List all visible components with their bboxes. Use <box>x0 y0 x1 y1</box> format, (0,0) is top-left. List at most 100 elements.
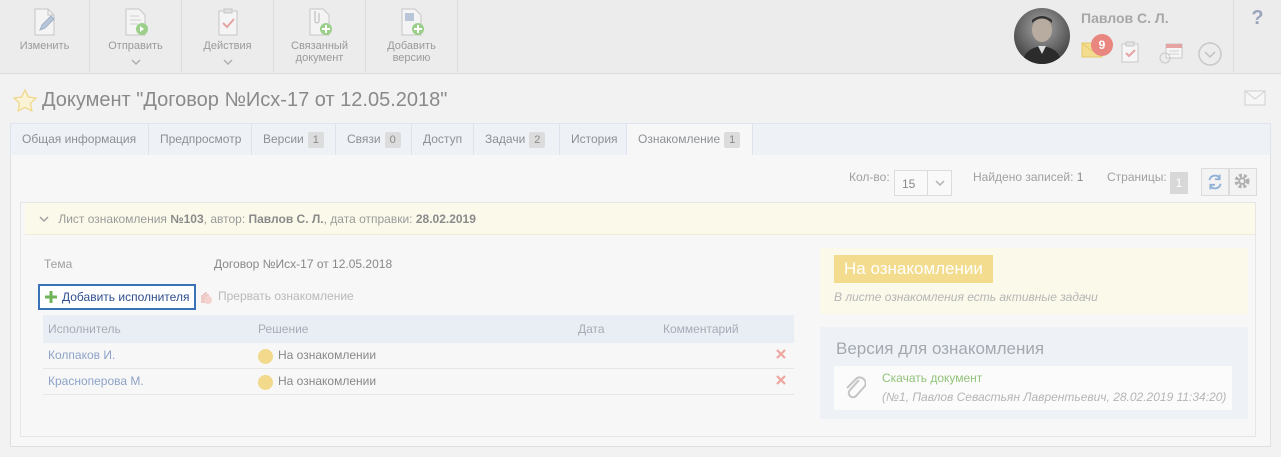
tab-label: Версии <box>263 132 304 146</box>
tab-versions[interactable]: Версии 1 <box>252 124 336 155</box>
delete-icon[interactable] <box>775 374 787 386</box>
delete-icon[interactable] <box>775 348 787 360</box>
actions-clipboard-icon <box>218 8 237 36</box>
page-title: Документ "Договор №Исх-17 от 12.05.2018" <box>42 89 448 111</box>
related-doc-icon <box>309 8 332 36</box>
tab-access[interactable]: Доступ <box>412 124 474 155</box>
favorite-star-icon[interactable] <box>12 88 38 114</box>
add-version-label: Добавить версию <box>387 40 436 64</box>
tab-label: Ознакомление <box>638 132 721 146</box>
plus-icon <box>45 291 57 303</box>
tab-label: Задачи <box>485 132 526 146</box>
notification-badge: 9 <box>1091 34 1113 56</box>
tab-count-badge: 1 <box>307 132 324 148</box>
found-label: Найдено записей: 1 <box>973 170 1083 196</box>
avatar[interactable] <box>1014 8 1070 64</box>
page-number[interactable]: 1 <box>1170 172 1188 194</box>
decision-cell: На ознакомлении <box>258 348 377 364</box>
edit-label: Изменить <box>19 40 70 52</box>
author-label: , автор: <box>203 212 246 226</box>
col-executor[interactable]: Исполнитель <box>48 322 121 336</box>
user-photo-icon <box>1022 16 1062 64</box>
tab-label: История <box>571 132 618 146</box>
sheet-header[interactable]: Лист ознакомления №103, автор: Павлов С.… <box>25 203 1255 235</box>
chevron-down-icon <box>935 180 945 187</box>
interrupt-label: Прервать ознакомление <box>218 289 354 303</box>
send-label: Отправить <box>108 40 163 52</box>
status-badge: На ознакомлении <box>834 255 993 283</box>
tab-label: Общая информация <box>22 132 137 146</box>
tab-general-info[interactable]: Общая информация <box>11 124 149 155</box>
tab-preview[interactable]: Предпросмотр <box>149 124 252 155</box>
executors-table-header: Исполнитель Решение Дата Комментарий <box>43 315 794 343</box>
sheet-number: №103 <box>170 212 204 226</box>
tab-familiarization[interactable]: Ознакомление 1 <box>626 124 753 157</box>
actions-label: Действия <box>203 40 252 52</box>
status-dot-icon <box>258 375 273 390</box>
add-executor-button[interactable]: Добавить исполнителя <box>38 284 196 310</box>
settings-button[interactable] <box>1229 168 1257 196</box>
tab-label: Доступ <box>423 132 463 146</box>
user-name[interactable]: Павлов С. Л. <box>1081 10 1169 26</box>
dropdown-toggle[interactable] <box>927 171 951 195</box>
col-date[interactable]: Дата <box>578 322 605 336</box>
refresh-button[interactable] <box>1201 168 1229 196</box>
actions-button[interactable]: Действия <box>182 0 274 72</box>
user-area: Павлов С. Л. 9 <box>1014 0 1234 72</box>
envelope-icon[interactable] <box>1244 90 1266 106</box>
page-size-value: 15 <box>902 177 916 191</box>
subject-label: Тема <box>44 257 73 271</box>
executor-link[interactable]: Колпаков И. <box>48 348 115 362</box>
gear-icon <box>1234 173 1250 189</box>
decision-text: На ознакомлении <box>278 374 377 388</box>
tab-history[interactable]: История <box>560 124 627 155</box>
more-chevron-icon[interactable] <box>1198 42 1222 66</box>
sheet-date: 28.02.2019 <box>415 212 476 226</box>
status-note: В листе ознакомления есть активные задач… <box>834 290 1098 304</box>
related-doc-button[interactable]: Связанный документ <box>274 0 366 72</box>
send-doc-icon <box>125 8 148 36</box>
tab-count-badge: 1 <box>724 132 741 148</box>
sheet-prefix: Лист ознакомления <box>58 212 167 226</box>
calendar-icon[interactable] <box>1158 42 1184 64</box>
executor-link[interactable]: Красноперова М. <box>48 374 144 388</box>
send-button[interactable]: Отправить <box>90 0 182 72</box>
tasks-icon[interactable] <box>1120 41 1140 63</box>
stop-hand-icon <box>201 292 212 304</box>
interrupt-button[interactable]: Прервать ознакомление <box>198 289 354 304</box>
download-link[interactable]: Скачать документ <box>882 371 982 385</box>
paperclip-icon <box>846 376 866 399</box>
tab-count-badge: 0 <box>384 132 401 148</box>
tab-tasks[interactable]: Задачи 2 <box>474 124 560 155</box>
version-title: Версия для ознакомления <box>836 339 1045 358</box>
decision-cell: На ознакомлении <box>258 374 377 390</box>
tab-label: Связи <box>347 132 381 146</box>
tab-label: Предпросмотр <box>160 132 242 146</box>
col-comment[interactable]: Комментарий <box>663 322 739 336</box>
related-doc-label: Связанный документ <box>291 40 348 64</box>
found-value: 1 <box>1076 170 1084 184</box>
sheet-author: Павлов С. Л. <box>248 212 324 226</box>
add-version-button[interactable]: Добавить версию <box>366 0 458 72</box>
table-row: Колпаков И. На ознакомлении <box>43 343 794 369</box>
toolbar: Изменить Отправить Действия Связанный до… <box>0 0 1281 74</box>
pages-label: Страницы: <box>1107 170 1167 184</box>
chevron-down-icon <box>130 59 141 66</box>
subject-value: Договор №Исх-17 от 12.05.2018 <box>214 257 393 271</box>
decision-text: На ознакомлении <box>278 348 377 362</box>
add-version-icon <box>401 8 424 36</box>
edit-button[interactable]: Изменить <box>0 0 90 72</box>
col-decision[interactable]: Решение <box>258 322 308 336</box>
refresh-icon <box>1208 174 1222 190</box>
chevron-down-icon <box>39 216 49 223</box>
found-text: Найдено записей: <box>973 170 1074 184</box>
tab-count-badge: 2 <box>529 132 546 148</box>
add-executor-label: Добавить исполнителя <box>62 290 190 304</box>
page-size-select[interactable]: 15 <box>894 170 952 196</box>
count-label: Кол-во: <box>849 170 890 184</box>
help-button[interactable]: ? <box>1233 0 1281 72</box>
tab-links[interactable]: Связи 0 <box>336 124 412 155</box>
status-dot-icon <box>258 349 273 364</box>
edit-doc-icon <box>34 8 55 36</box>
date-label: , дата отправки: <box>323 212 413 226</box>
